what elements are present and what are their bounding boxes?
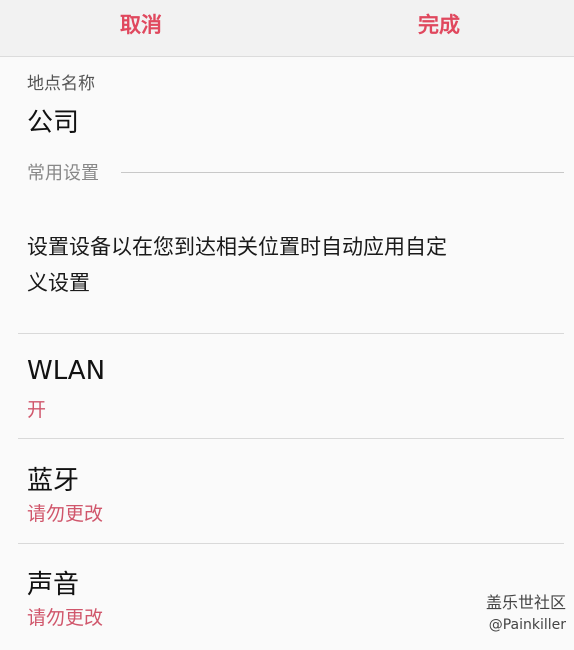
setting-row-status: 请勿更改: [27, 607, 104, 629]
location-name-value[interactable]: 公司: [27, 102, 79, 139]
setting-row-bluetooth[interactable]: 蓝牙 请勿更改: [0, 439, 574, 543]
location-settings-screen: 取消 完成 地点名称 公司 常用设置 设置设备以在您到达相关位置时自动应用自定义…: [0, 0, 574, 650]
setting-row-title: 声音: [27, 570, 80, 600]
community-watermark: 盖乐世社区 @Painkiller: [486, 592, 566, 636]
section-divider-line: [121, 172, 564, 173]
setting-row-wlan[interactable]: WLAN 开: [0, 334, 574, 438]
location-name-label: 地点名称: [27, 74, 95, 94]
watermark-title: 盖乐世社区: [485, 593, 566, 612]
setting-row-title: 蓝牙: [27, 466, 80, 496]
done-button[interactable]: 完成: [418, 0, 460, 56]
cancel-button[interactable]: 取消: [120, 0, 162, 56]
section-title: 常用设置: [27, 159, 109, 185]
watermark-handle: @Painkiller: [488, 617, 566, 633]
section-header-common-settings: 常用设置: [27, 159, 564, 187]
setting-row-status: 请勿更改: [27, 503, 104, 525]
setting-row-title: WLAN: [27, 356, 106, 386]
top-action-bar: 取消 完成: [0, 0, 574, 57]
description-text: 设置设备以在您到达相关位置时自动应用自定义设置: [27, 235, 447, 295]
setting-row-status: 开: [27, 399, 47, 421]
